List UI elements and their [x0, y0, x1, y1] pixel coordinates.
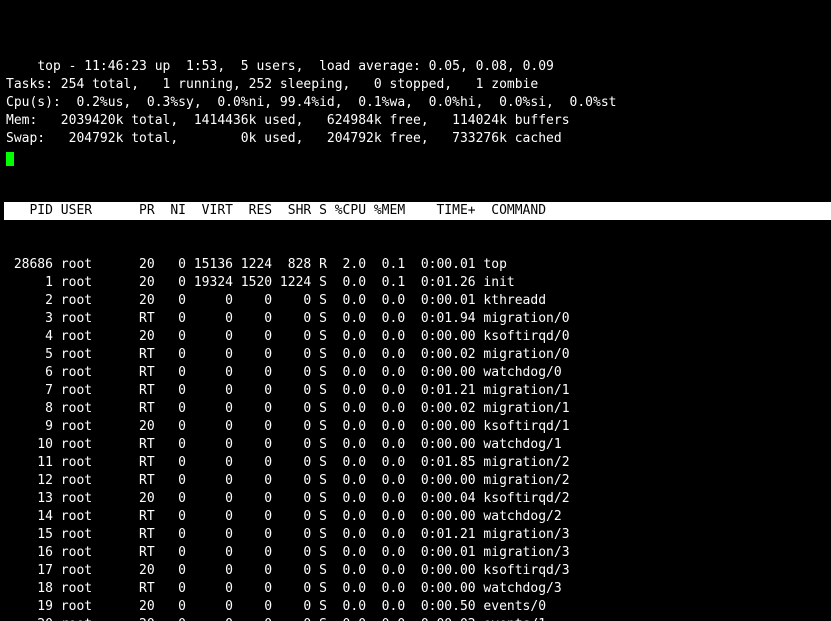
process-row: 16 root RT 0 0 0 0 S 0.0 0.0 0:00.01 mig… — [6, 544, 831, 562]
process-row: 13 root 20 0 0 0 0 S 0.0 0.0 0:00.04 kso… — [6, 490, 831, 508]
process-table-body: 28686 root 20 0 15136 1224 828 R 2.0 0.1… — [4, 256, 831, 621]
process-row: 2 root 20 0 0 0 0 S 0.0 0.0 0:00.01 kthr… — [6, 292, 831, 310]
process-row: 20 root 20 0 0 0 0 S 0.0 0.0 0:00.02 eve… — [6, 616, 831, 621]
process-row: 15 root RT 0 0 0 0 S 0.0 0.0 0:01.21 mig… — [6, 526, 831, 544]
process-row: 17 root 20 0 0 0 0 S 0.0 0.0 0:00.00 kso… — [6, 562, 831, 580]
process-row: 11 root RT 0 0 0 0 S 0.0 0.0 0:01.85 mig… — [6, 454, 831, 472]
process-row: 6 root RT 0 0 0 0 S 0.0 0.0 0:00.00 watc… — [6, 364, 831, 382]
process-row: 18 root RT 0 0 0 0 S 0.0 0.0 0:00.00 wat… — [6, 580, 831, 598]
process-row: 14 root RT 0 0 0 0 S 0.0 0.0 0:00.00 wat… — [6, 508, 831, 526]
summary-line-mem: Mem: 2039420k total, 1414436k used, 6249… — [6, 113, 570, 128]
process-row: 9 root 20 0 0 0 0 S 0.0 0.0 0:00.00 ksof… — [6, 418, 831, 436]
top-summary: top - 11:46:23 up 1:53, 5 users, load av… — [4, 40, 831, 166]
process-row: 4 root 20 0 0 0 0 S 0.0 0.0 0:00.00 ksof… — [6, 328, 831, 346]
process-row: 28686 root 20 0 15136 1224 828 R 2.0 0.1… — [6, 256, 831, 274]
process-row: 1 root 20 0 19324 1520 1224 S 0.0 0.1 0:… — [6, 274, 831, 292]
process-table-header: PID USER PR NI VIRT RES SHR S %CPU %MEM … — [4, 202, 831, 220]
process-row: 7 root RT 0 0 0 0 S 0.0 0.0 0:01.21 migr… — [6, 382, 831, 400]
process-row: 10 root RT 0 0 0 0 S 0.0 0.0 0:00.00 wat… — [6, 436, 831, 454]
cursor — [6, 152, 14, 166]
summary-line-cpu: Cpu(s): 0.2%us, 0.3%sy, 0.0%ni, 99.4%id,… — [6, 95, 616, 110]
process-row: 3 root RT 0 0 0 0 S 0.0 0.0 0:01.94 migr… — [6, 310, 831, 328]
process-row: 12 root RT 0 0 0 0 S 0.0 0.0 0:00.00 mig… — [6, 472, 831, 490]
summary-line-uptime: top - 11:46:23 up 1:53, 5 users, load av… — [37, 59, 554, 74]
terminal[interactable]: top - 11:46:23 up 1:53, 5 users, load av… — [0, 0, 831, 621]
process-row: 5 root RT 0 0 0 0 S 0.0 0.0 0:00.02 migr… — [6, 346, 831, 364]
process-row: 19 root 20 0 0 0 0 S 0.0 0.0 0:00.50 eve… — [6, 598, 831, 616]
process-row: 8 root RT 0 0 0 0 S 0.0 0.0 0:00.02 migr… — [6, 400, 831, 418]
summary-line-swap: Swap: 204792k total, 0k used, 204792k fr… — [6, 131, 562, 146]
summary-line-tasks: Tasks: 254 total, 1 running, 252 sleepin… — [6, 77, 538, 92]
